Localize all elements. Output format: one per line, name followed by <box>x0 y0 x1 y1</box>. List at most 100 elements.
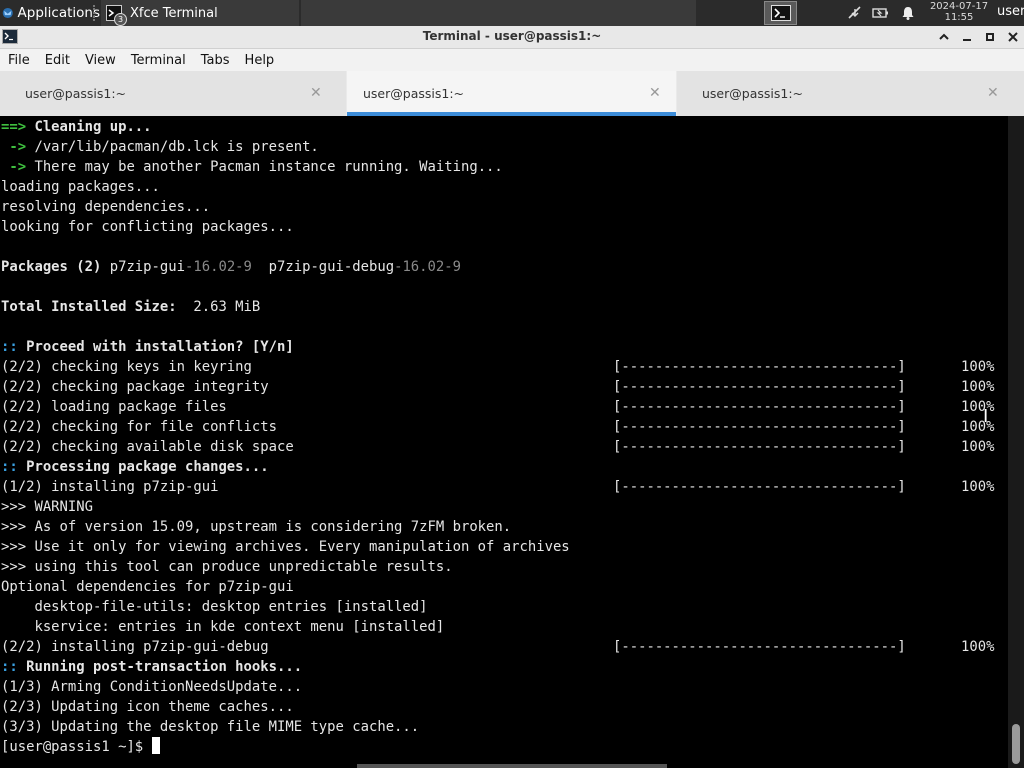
terminal-line: looking for conflicting packages... <box>1 217 294 237</box>
notification-bell-icon[interactable] <box>899 4 917 22</box>
tab-close-icon[interactable]: ✕ <box>649 85 661 101</box>
terminal-line: >>> using this tool can produce unpredic… <box>1 557 453 577</box>
tab-close-icon[interactable]: ✕ <box>310 85 322 101</box>
network-disconnected-icon[interactable] <box>846 4 864 22</box>
terminal-text: -16.02-9 <box>185 259 252 275</box>
menu-view[interactable]: View <box>77 53 123 68</box>
maximize-icon <box>986 33 994 41</box>
progress-bar-text: [---------------------------------] <box>613 479 906 495</box>
clock-time: 11:55 <box>944 12 974 23</box>
tab-label: user@passis1:~ <box>702 86 804 101</box>
menu-tabs[interactable]: Tabs <box>193 53 237 68</box>
applications-label: Applications <box>17 5 100 21</box>
vertical-scrollbar[interactable] <box>1008 116 1024 768</box>
panel-separator <box>93 5 99 21</box>
progress-bar-text: [---------------------------------] <box>613 399 906 415</box>
window-count-badge: 3 <box>114 13 127 26</box>
terminal-text: (2/3) Updating icon theme caches... <box>1 699 294 715</box>
tab-label: user@passis1:~ <box>363 86 465 101</box>
terminal-line: (2/2) loading package files <box>1 397 227 417</box>
terminal-line: >>> Use it only for viewing archives. Ev… <box>1 537 570 557</box>
menu-help[interactable]: Help <box>237 53 282 68</box>
window-titlebar[interactable]: Terminal - user@passis1:~ <box>0 26 1024 49</box>
terminal-text: Proceed with installation? [Y/n] <box>17 339 294 355</box>
terminal-text: Optional dependencies for p7zip-gui <box>1 579 294 595</box>
terminal-text: >>> WARNING <box>1 499 93 515</box>
terminal-text: (2/2) checking package integrity <box>1 379 269 395</box>
terminal-text: :: <box>1 339 18 355</box>
terminal-text: (1/3) Arming ConditionNeedsUpdate... <box>1 679 303 695</box>
terminal-text: p7zip-gui <box>101 259 185 275</box>
clock-date: 2024-07-17 <box>929 1 989 12</box>
terminal-text: Running post-transaction hooks... <box>17 659 303 675</box>
window-roll-up-button[interactable] <box>935 28 953 46</box>
horizontal-scroll-indicator <box>357 764 667 768</box>
terminal-text: loading packages... <box>1 179 160 195</box>
tab-bar: user@passis1:~ ✕ user@passis1:~ ✕ user@p… <box>0 71 1024 116</box>
close-icon <box>1008 32 1018 42</box>
menu-terminal[interactable]: Terminal <box>123 53 193 68</box>
progress-bar-text: [---------------------------------] <box>613 359 906 375</box>
scrollbar-thumb[interactable] <box>1012 724 1020 764</box>
window-title: Terminal - user@passis1:~ <box>422 29 602 43</box>
window-close-button[interactable] <box>1004 28 1022 46</box>
progress-percent: 100% <box>961 639 995 655</box>
panel-clock[interactable]: 2024-07-17 11:55 <box>926 0 992 27</box>
tab-3[interactable]: user@passis1:~ ✕ <box>677 71 1024 116</box>
terminal-launcher-button[interactable] <box>764 1 797 25</box>
menu-file[interactable]: File <box>0 53 37 68</box>
menubar: File Edit View Terminal Tabs Help <box>0 49 1024 71</box>
progress-bar-text: [---------------------------------] <box>613 379 906 395</box>
terminal-line: :: Proceed with installation? [Y/n] <box>1 337 294 357</box>
mouse-ibeam-cursor: I <box>983 406 989 427</box>
window-maximize-button[interactable] <box>981 28 999 46</box>
tab-label: user@passis1:~ <box>25 86 127 101</box>
terminal-text: 2.63 MiB <box>176 299 261 315</box>
terminal-text: Packages (2) <box>1 259 102 275</box>
xfce-logo-icon <box>2 7 13 19</box>
tab-2[interactable]: user@passis1:~ ✕ <box>347 71 676 116</box>
terminal-output[interactable]: ==> Cleaning up... -> /var/lib/pacman/db… <box>0 116 1008 768</box>
top-panel: Applications 3 Xfce Terminal 2024-07-17 … <box>0 0 1024 26</box>
terminal-app-icon: 3 <box>106 5 127 26</box>
terminal-line: (2/2) checking for file conflicts <box>1 417 277 437</box>
terminal-text: -16.02-9 <box>394 259 461 275</box>
terminal-text: Cleaning up... <box>26 119 152 135</box>
terminal-text: (2/2) checking available disk space <box>1 439 294 455</box>
terminal-text: (2/2) checking for file conflicts <box>1 419 277 435</box>
tab-close-icon[interactable]: ✕ <box>987 85 999 101</box>
shell-prompt-line[interactable]: [user@passis1 ~]$ <box>1 737 160 757</box>
menu-edit[interactable]: Edit <box>37 53 77 68</box>
terminal-text: >>> As of version 15.09, upstream is con… <box>1 519 512 535</box>
user-menu-button[interactable]: user <box>997 4 1024 19</box>
terminal-text: >>> using this tool can produce unpredic… <box>1 559 453 575</box>
progress-bar-text: [---------------------------------] <box>613 419 906 435</box>
terminal-text: /var/lib/pacman/db.lck is present. <box>26 139 319 155</box>
terminal-text: p7zip-gui-debug <box>251 259 395 275</box>
terminal-line: >>> WARNING <box>1 497 93 517</box>
progress-bar-text: [---------------------------------] <box>613 639 906 655</box>
terminal-line: >>> As of version 15.09, upstream is con… <box>1 517 511 537</box>
terminal-line: Packages (2) p7zip-gui-16.02-9 p7zip-gui… <box>1 257 461 277</box>
progress-percent: 100% <box>961 439 995 455</box>
terminal-text: -> <box>1 159 27 175</box>
text-cursor <box>151 737 160 754</box>
terminal-text: looking for conflicting packages... <box>1 219 294 235</box>
terminal-line: Optional dependencies for p7zip-gui <box>1 577 294 597</box>
terminal-text: kservice: entries in kde context menu [i… <box>1 619 445 635</box>
window-minimize-button[interactable] <box>958 28 976 46</box>
applications-menu-button[interactable]: Applications <box>0 0 100 26</box>
terminal-text: >>> Use it only for viewing archives. Ev… <box>1 539 570 555</box>
terminal-text: :: <box>1 459 18 475</box>
terminal-text: (3/3) Updating the desktop file MIME typ… <box>1 719 420 735</box>
taskbar-item-xfce-terminal[interactable]: 3 Xfce Terminal <box>101 0 299 26</box>
battery-icon[interactable] <box>872 4 890 22</box>
terminal-text: ==> <box>1 119 27 135</box>
tab-1[interactable]: user@passis1:~ ✕ <box>0 71 346 116</box>
terminal-text: (2/2) installing p7zip-gui-debug <box>1 639 269 655</box>
terminal-line: :: Processing package changes... <box>1 457 269 477</box>
terminal-text: resolving dependencies... <box>1 199 211 215</box>
terminal-line: desktop-file-utils: desktop entries [ins… <box>1 597 427 617</box>
terminal-text: Total Installed Size: <box>1 299 177 315</box>
progress-percent: 100% <box>961 479 995 495</box>
